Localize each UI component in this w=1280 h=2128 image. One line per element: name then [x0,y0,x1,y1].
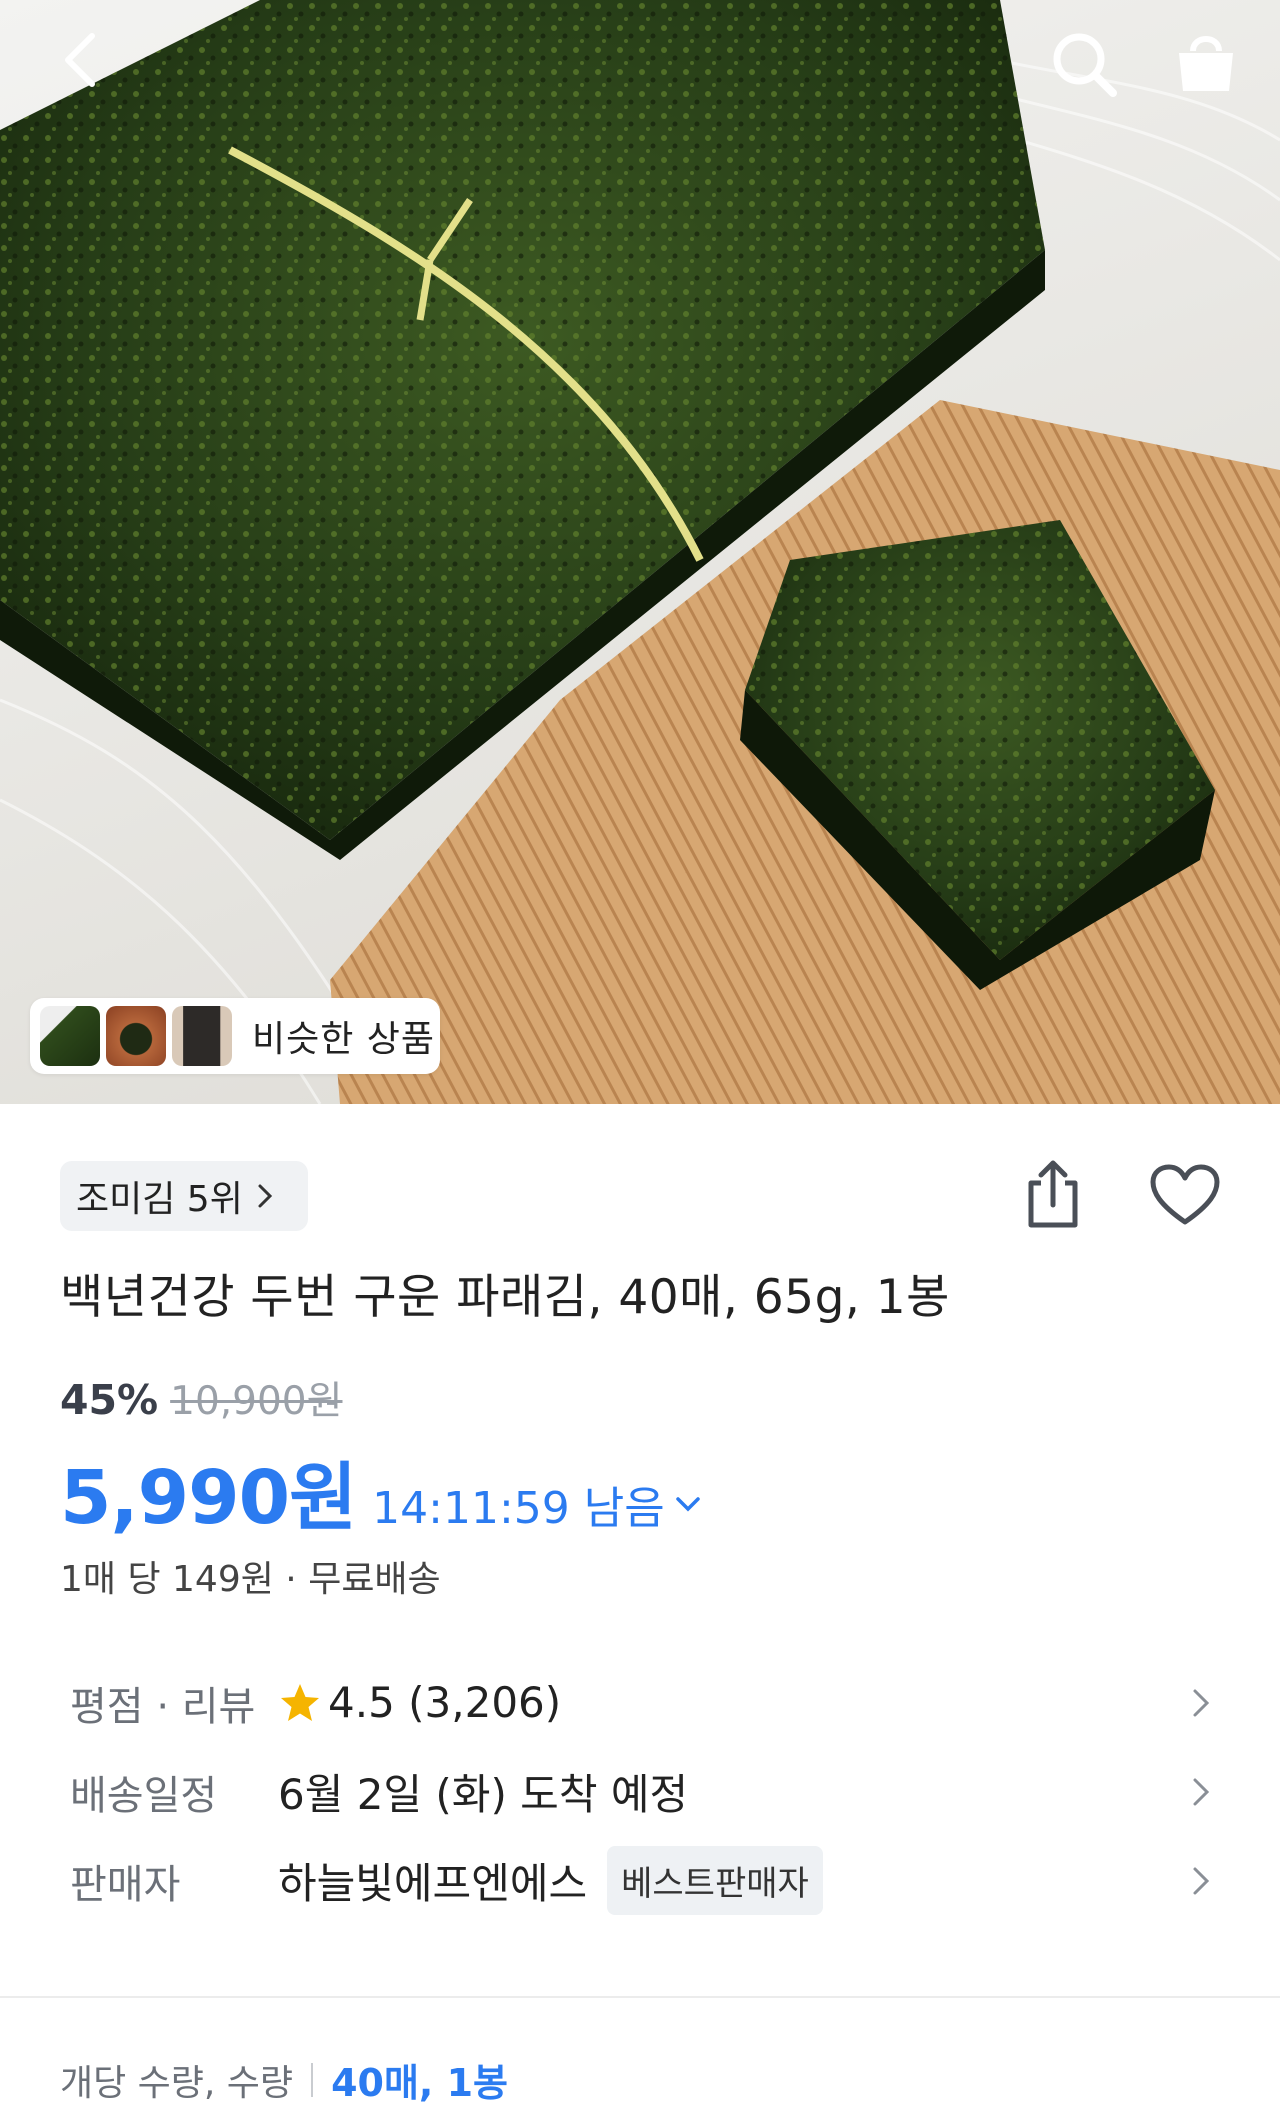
rating-value: 4.5 (3,206) [328,1678,562,1727]
similar-thumb-2 [106,1006,166,1066]
product-info-list: 평점 · 리뷰 4.5 (3,206) 배송일정 6월 2일 (화) 도착 예정… [60,1658,1220,1925]
delivery-value: 6월 2일 (화) 도착 예정 [278,1770,689,1819]
price-row: 5,990원 14:11:59 남음 [60,1438,701,1545]
wishlist-button[interactable] [1144,1160,1226,1232]
best-seller-badge: 베스트판매자 [607,1846,823,1915]
rating-review-key: 평점 · 리뷰 [70,1683,256,1730]
option-selector[interactable]: 개당 수량, 수량 40매, 1봉 [60,2052,508,2107]
search-button[interactable] [1044,24,1124,104]
share-icon [1028,1160,1078,1228]
star-icon [281,1683,319,1721]
option-value: 40매, 1봉 [331,2061,508,2105]
seller-row[interactable]: 판매자 하늘빛에프엔에스 베스트판매자 [60,1836,1220,1925]
chevron-left-icon [65,33,95,87]
chevron-right-icon [258,1184,272,1208]
similar-thumb-1 [40,1006,100,1066]
deal-timer-label: 14:11:59 남음 [372,1483,665,1534]
section-divider [0,1996,1280,1998]
heart-icon [1150,1164,1220,1225]
seller-key: 판매자 [70,1861,181,1908]
option-label: 개당 수량, 수량 [60,2062,294,2104]
delivery-schedule-row[interactable]: 배송일정 6월 2일 (화) 도착 예정 [60,1747,1220,1836]
discount-row: 45% 10,900원 [60,1370,342,1426]
category-rank-label: 조미김 5위 [76,1179,243,1220]
option-separator [311,2062,314,2097]
similar-products-label: 비슷한 상품 [252,1019,436,1060]
unit-price-shipping: 1매 당 149원 · 무료배송 [60,1559,441,1600]
chevron-right-icon [1193,1778,1210,1805]
deal-timer[interactable]: 14:11:59 남음 [372,1472,701,1536]
sale-price: 5,990원 [60,1455,357,1541]
search-icon [1053,33,1117,97]
rating-review-row[interactable]: 평점 · 리뷰 4.5 (3,206) [60,1658,1220,1747]
product-photo [0,0,1280,1104]
similar-products-button[interactable]: 비슷한 상품 [30,998,440,1074]
product-title: 백년건강 두번 구운 파래김, 40매, 65g, 1봉 [60,1270,950,1325]
seller-name: 하늘빛에프엔에스 [278,1859,588,1908]
chevron-down-icon [675,1497,700,1512]
chevron-right-icon [1193,1689,1210,1716]
delivery-key: 배송일정 [70,1772,218,1819]
cart-button[interactable] [1164,22,1248,106]
back-button[interactable] [48,24,112,96]
similar-thumb-3 [172,1006,232,1066]
category-rank-chip[interactable]: 조미김 5위 [60,1161,308,1231]
original-price: 10,900원 [170,1379,343,1424]
product-image-carousel[interactable]: 비슷한 상품 [0,0,1280,1104]
chevron-right-icon [1193,1867,1210,1894]
share-button[interactable] [1016,1156,1090,1232]
shopping-bag-icon [1179,36,1233,91]
discount-rate: 45% [60,1376,159,1424]
